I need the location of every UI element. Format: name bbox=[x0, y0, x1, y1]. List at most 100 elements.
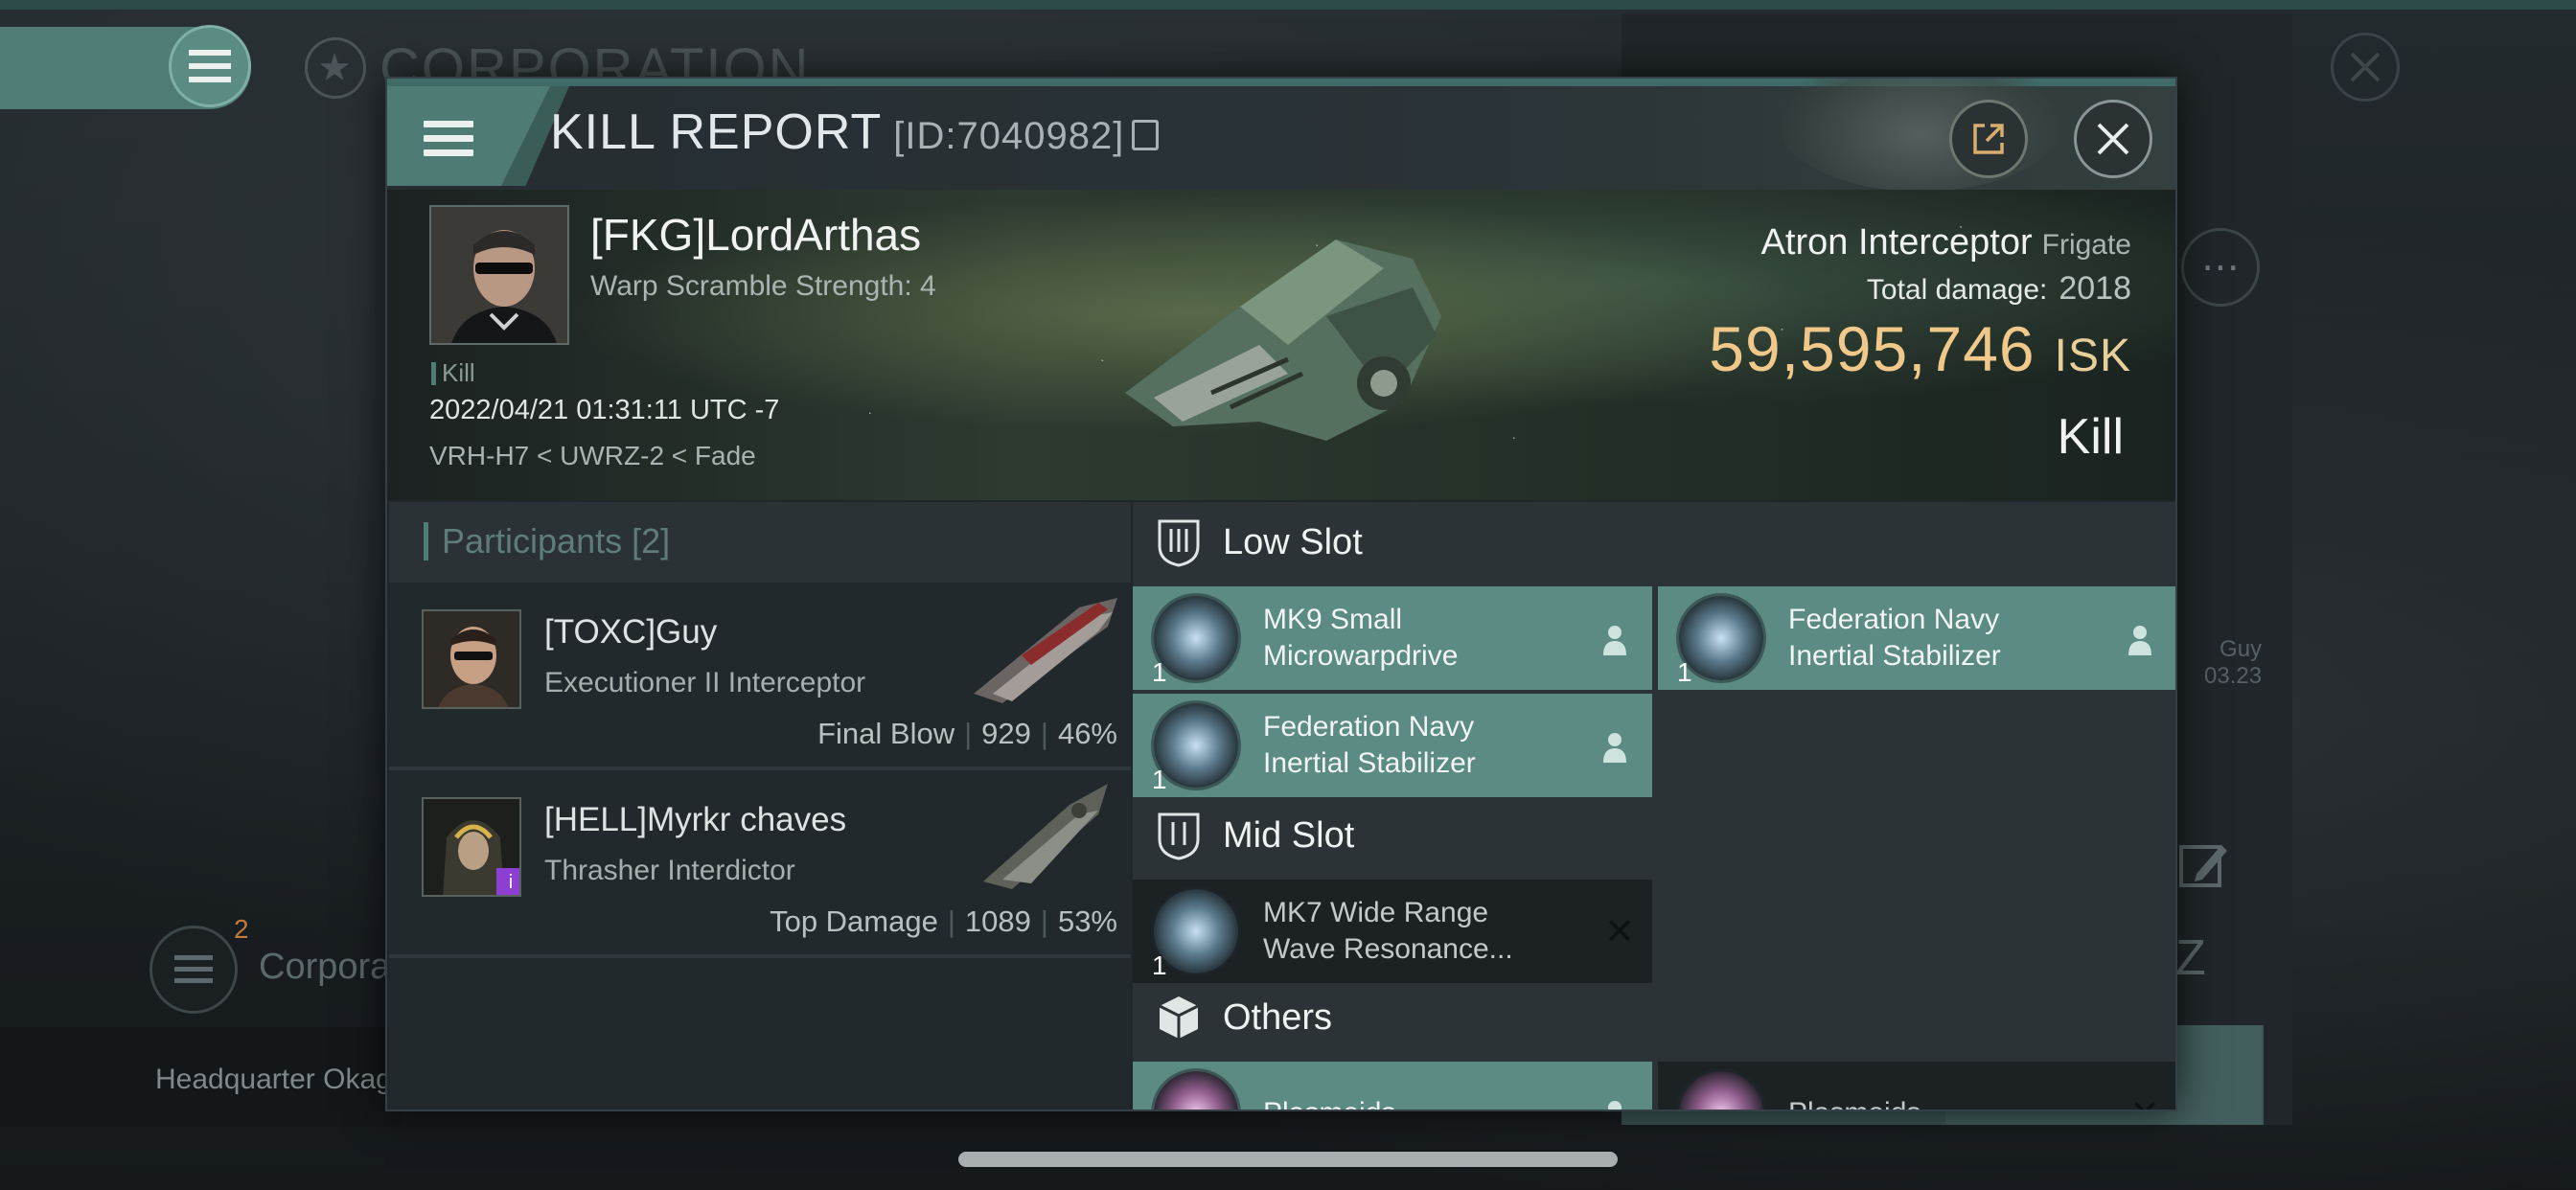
share-button[interactable] bbox=[1949, 100, 2028, 178]
close-icon bbox=[2097, 123, 2129, 155]
participant-name: [HELL]Myrkr chaves bbox=[544, 801, 847, 838]
module-item[interactable]: Plasmoids ✕ bbox=[1658, 1062, 2175, 1110]
participant-row[interactable]: [TOXC]Guy Executioner II Interceptor Fin… bbox=[389, 583, 1131, 770]
participants-panel: Participants [2] [TOXC]Guy Executioner I… bbox=[389, 502, 1131, 1110]
module-quantity: 1 bbox=[1152, 765, 1167, 794]
kill-datetime: 2022/04/21 01:31:11 UTC -7 bbox=[429, 395, 780, 425]
cargo-box-icon bbox=[1159, 996, 1199, 1039]
background-corp-label: Corpora bbox=[259, 947, 391, 987]
total-damage: Total damage: 2018 bbox=[1867, 270, 2131, 308]
victim-portrait[interactable] bbox=[429, 205, 569, 345]
edit-icon[interactable] bbox=[2175, 835, 2233, 893]
victim-name[interactable]: [FKG]LordArthas bbox=[590, 209, 921, 261]
dropped-person-icon bbox=[1608, 1101, 1622, 1110]
module-item[interactable]: 1 Federation Navy Inertial Stabilizer bbox=[1133, 694, 1652, 797]
participant-portrait: i bbox=[422, 797, 521, 897]
kill-location[interactable]: VRH-H7 < UWRZ-2 < Fade bbox=[429, 441, 756, 471]
participant-stats: Top Damage | 1089 | 53% bbox=[770, 904, 1117, 938]
background-right-entry: Guy 03.23 bbox=[2204, 636, 2262, 690]
wave-resonance-module-icon: 1 bbox=[1152, 889, 1238, 980]
home-indicator[interactable] bbox=[958, 1152, 1618, 1167]
info-badge-icon: i bbox=[496, 868, 519, 895]
others-title: Others bbox=[1223, 996, 1333, 1038]
inertial-stabilizer-icon: 1 bbox=[1677, 596, 1763, 687]
module-name-line2: Inertial Stabilizer bbox=[1263, 747, 1476, 779]
sleep-settings-icon[interactable]: Z bbox=[2175, 929, 2206, 987]
module-name-line1: Plasmoids bbox=[1788, 1095, 2104, 1110]
others-header: Others bbox=[1133, 977, 2175, 1058]
participant-stat-label: Final Blow bbox=[817, 717, 955, 750]
hamburger-icon bbox=[189, 50, 231, 82]
participant-percent: 53% bbox=[1057, 904, 1117, 938]
participant-name: [TOXC]Guy bbox=[544, 613, 718, 651]
pilot-portrait-image bbox=[424, 611, 519, 707]
mid-slot-icon bbox=[1158, 812, 1200, 860]
module-item[interactable]: 1 Federation Navy Inertial Stabilizer bbox=[1658, 586, 2175, 690]
close-icon bbox=[2350, 52, 2380, 82]
participant-damage: 929 bbox=[981, 717, 1031, 750]
participants-title: Participants [2] bbox=[424, 521, 670, 561]
dropped-person-icon bbox=[1603, 733, 1626, 763]
destroyed-x-icon: ✕ bbox=[1604, 912, 1635, 952]
participant-percent: 46% bbox=[1057, 717, 1117, 750]
module-name-line2: Inertial Stabilizer bbox=[1788, 640, 2001, 672]
star-icon: ★ bbox=[305, 37, 366, 99]
background-close-button[interactable] bbox=[2331, 33, 2400, 102]
dropped-person-icon bbox=[2128, 626, 2151, 655]
module-item[interactable]: 1 MK9 Small Microwarpdrive bbox=[1133, 586, 1652, 690]
pilot-portrait-image bbox=[431, 207, 567, 343]
victim-ship-class: Frigate bbox=[2041, 229, 2131, 261]
hamburger-icon bbox=[424, 121, 473, 163]
mid-slot-header: Mid Slot bbox=[1133, 795, 2175, 876]
isk-amount: 59,595,746 bbox=[1709, 313, 2036, 384]
plasmoids-icon bbox=[1154, 1071, 1238, 1110]
modal-title-text: KILL REPORT bbox=[550, 104, 883, 160]
kill-result: Kill bbox=[2057, 409, 2124, 465]
module-name: Federation Navy Inertial Stabilizer bbox=[1263, 709, 1579, 782]
module-name-line1: MK9 Small bbox=[1263, 604, 1403, 635]
destroyed-x-icon: ✕ bbox=[2129, 1092, 2160, 1110]
fitting-panel: Low Slot 1 MK9 Small Microwarpdrive 1 Fed… bbox=[1133, 502, 2175, 1110]
low-slot-icon bbox=[1158, 519, 1200, 567]
close-button[interactable] bbox=[2074, 100, 2152, 178]
microwarpdrive-icon: 1 bbox=[1152, 596, 1238, 687]
participant-ship: Executioner II Interceptor bbox=[544, 667, 866, 698]
isk-value: 59,595,746 ISK bbox=[1709, 312, 2131, 385]
victim-ship-image[interactable] bbox=[1096, 201, 1460, 460]
copy-icon[interactable] bbox=[1132, 120, 1160, 150]
module-item[interactable]: 1 MK7 Wide Range Wave Resonance... ✕ bbox=[1133, 880, 1652, 983]
total-damage-label: Total damage: bbox=[1866, 274, 2048, 306]
victim-banner: [FKG]LordArthas Warp Scramble Strength: … bbox=[387, 190, 2175, 500]
module-item[interactable]: Plasmoids bbox=[1133, 1062, 1652, 1110]
plasmoids-icon bbox=[1679, 1071, 1763, 1110]
kill-report-modal: KILL REPORT [ID:7040982] [FKG]LordArthas … bbox=[385, 77, 2177, 1111]
module-name-line1: MK7 Wide Range bbox=[1263, 897, 1489, 928]
participant-row[interactable]: i [HELL]Myrkr chaves Thrasher Interdicto… bbox=[389, 770, 1131, 958]
participant-ship: Thrasher Interdictor bbox=[544, 855, 795, 886]
victim-ship-name-text: Atron Interceptor bbox=[1760, 222, 2033, 263]
background-right-name: Guy bbox=[2220, 636, 2263, 662]
low-slot-title: Low Slot bbox=[1223, 521, 1363, 562]
background-menu-button[interactable] bbox=[169, 25, 251, 107]
participant-ship-image bbox=[974, 598, 1117, 703]
background-corp-badge: 2 bbox=[234, 914, 249, 944]
background-right-date: 03.23 bbox=[2204, 663, 2263, 689]
background-more-button[interactable]: ⋯ bbox=[2181, 228, 2260, 307]
dropped-person-icon bbox=[1603, 626, 1626, 655]
module-quantity: 1 bbox=[1152, 657, 1167, 687]
module-name: Plasmoids bbox=[1263, 1095, 1579, 1110]
background-top-bar bbox=[0, 0, 2576, 10]
participant-stat-label: Top Damage bbox=[770, 904, 938, 938]
participant-portrait bbox=[422, 609, 521, 709]
module-name-line1: Plasmoids bbox=[1263, 1095, 1579, 1110]
module-name-line2: Microwarpdrive bbox=[1263, 640, 1459, 672]
module-name: Federation Navy Inertial Stabilizer bbox=[1788, 602, 2104, 675]
module-name: MK7 Wide Range Wave Resonance... bbox=[1263, 895, 1579, 968]
menu-icon bbox=[174, 955, 213, 983]
isk-unit: ISK bbox=[2054, 331, 2131, 381]
module-name-line1: Federation Navy bbox=[1263, 711, 1475, 743]
background-corp-button[interactable] bbox=[150, 926, 238, 1014]
background-headquarter-label: Headquarter Okag bbox=[155, 1064, 392, 1095]
module-name: Plasmoids bbox=[1788, 1095, 2104, 1110]
low-slot-header: Low Slot bbox=[1133, 502, 2175, 583]
